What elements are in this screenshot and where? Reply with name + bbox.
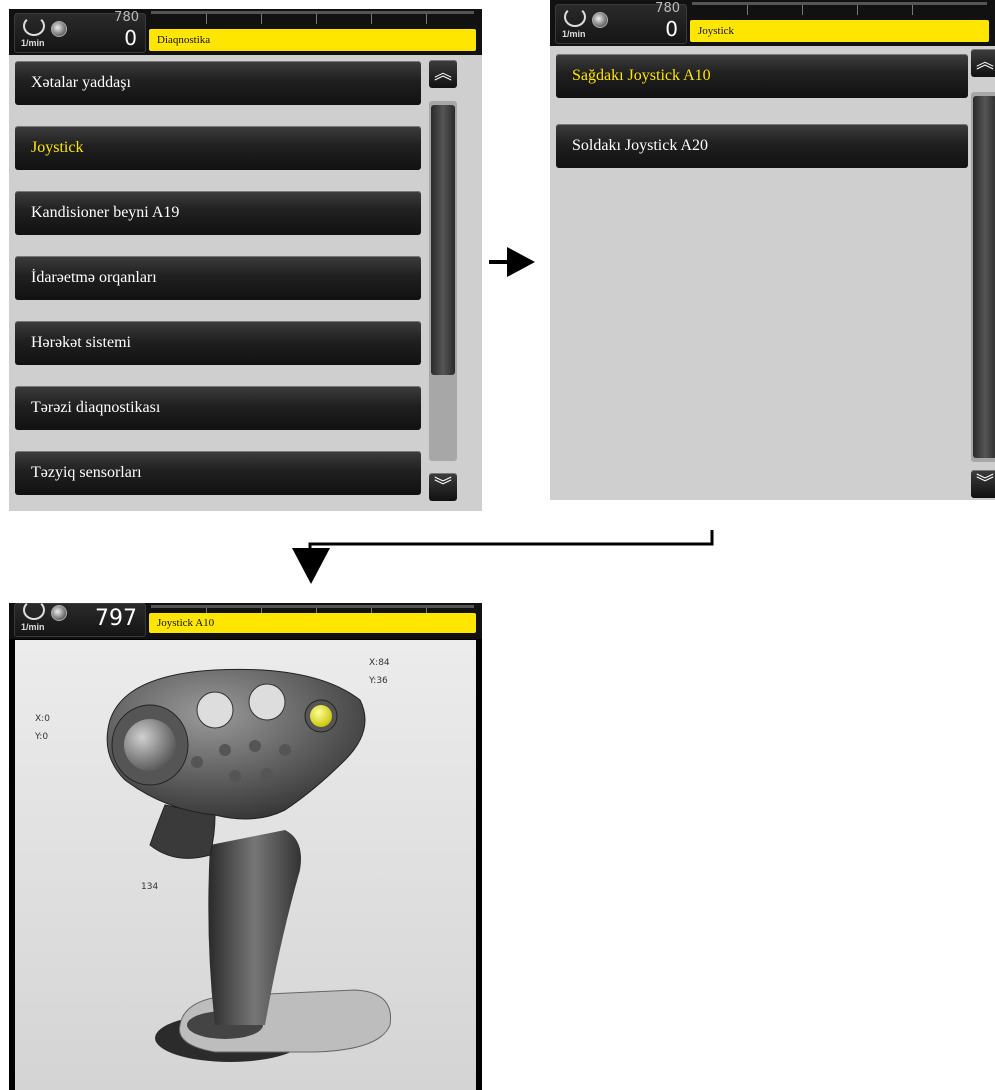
- scrollbar-track[interactable]: [429, 101, 457, 461]
- bar-gauge: [692, 2, 987, 21]
- top-status-bar: 1/min 780 0 Joystick: [550, 0, 995, 46]
- engine-rpm-display: 1/min 797: [14, 600, 146, 637]
- menu-list: Xətalar yaddaşı Joystick Kandisioner bey…: [9, 55, 482, 511]
- scroll-down-button[interactable]: ︾: [971, 470, 995, 498]
- menu-item-scale-diagnostics[interactable]: Tərəzi diaqnostikası: [15, 386, 421, 430]
- arrow-right-icon: [489, 247, 535, 277]
- rpm-unit: 1/min: [21, 38, 45, 48]
- chevron-double-down-icon: ︾: [976, 473, 994, 494]
- rpm-unit: 1/min: [562, 29, 586, 39]
- menu-list: Sağdakı Joystick A10 Soldakı Joystick A2…: [550, 46, 995, 500]
- joystick-menu-screen: 1/min 780 0 Joystick Sağdakı Joystick A1…: [550, 0, 995, 500]
- scroll-up-button[interactable]: ︽: [971, 49, 995, 77]
- rpm-unit: 1/min: [21, 622, 45, 632]
- rpm-value: 797: [95, 606, 137, 631]
- screen-title: Diaqnostika: [149, 29, 476, 51]
- flow-connector-line: [308, 530, 714, 556]
- scrollbar-thumb[interactable]: [431, 105, 455, 375]
- screen-title: Joystick A10: [149, 613, 476, 633]
- menu-item-left-joystick-a20[interactable]: Soldakı Joystick A20: [556, 124, 968, 168]
- scrollbar-track[interactable]: [971, 92, 995, 462]
- chevron-double-up-icon: ︽: [976, 52, 994, 73]
- chevron-double-up-icon: ︽: [434, 63, 452, 84]
- status-lamp-icon: [51, 21, 67, 37]
- scrollbar-thumb[interactable]: [973, 96, 995, 458]
- scroll-down-button[interactable]: ︾: [429, 473, 457, 501]
- top-status-bar: 1/min 797 Joystick A10: [9, 600, 482, 639]
- rpm-value: 0: [124, 26, 137, 50]
- menu-item-pressure-sensors[interactable]: Təzyiq sensorları: [15, 451, 421, 495]
- rpm-gauge-icon: [23, 600, 45, 620]
- engine-rpm-display: 1/min 780 0: [555, 1, 687, 44]
- joystick-3d-image: [106, 668, 392, 1062]
- scroll-up-button[interactable]: ︽: [429, 60, 457, 88]
- status-lamp-icon: [51, 605, 67, 621]
- joystick-a10-screen: 1/min 797 Joystick A10 X:0 Y:0 X:84 Y:36…: [9, 600, 482, 1090]
- menu-item-drive-system[interactable]: Hərəkət sistemi: [15, 321, 421, 365]
- rpm-upper-value: 780: [655, 1, 680, 16]
- chevron-double-down-icon: ︾: [434, 476, 452, 497]
- menu-item-joystick[interactable]: Joystick: [15, 126, 421, 170]
- menu-item-control-elements[interactable]: İdarəetmə orqanları: [15, 256, 421, 300]
- bar-gauge: [151, 11, 474, 30]
- screen-title: Joystick: [690, 20, 989, 42]
- diagnostics-menu-screen: 1/min 780 0 Diaqnostika Xətalar yaddaşı …: [9, 9, 482, 511]
- rpm-gauge-icon: [23, 16, 45, 36]
- top-status-bar: 1/min 780 0 Diaqnostika: [9, 9, 482, 55]
- arrow-down-icon: [292, 548, 330, 584]
- status-lamp-icon: [592, 12, 608, 28]
- menu-item-error-memory[interactable]: Xətalar yaddaşı: [15, 61, 421, 105]
- menu-item-right-joystick-a10[interactable]: Sağdakı Joystick A10: [556, 54, 968, 98]
- rpm-gauge-icon: [564, 7, 586, 27]
- joystick-visualization: X:0 Y:0 X:84 Y:36 134: [15, 640, 476, 1090]
- rpm-value: 0: [665, 17, 678, 41]
- engine-rpm-display: 1/min 780 0: [14, 10, 146, 53]
- menu-item-climate-control-a19[interactable]: Kandisioner beyni A19: [15, 191, 421, 235]
- rpm-upper-value: 780: [114, 10, 139, 25]
